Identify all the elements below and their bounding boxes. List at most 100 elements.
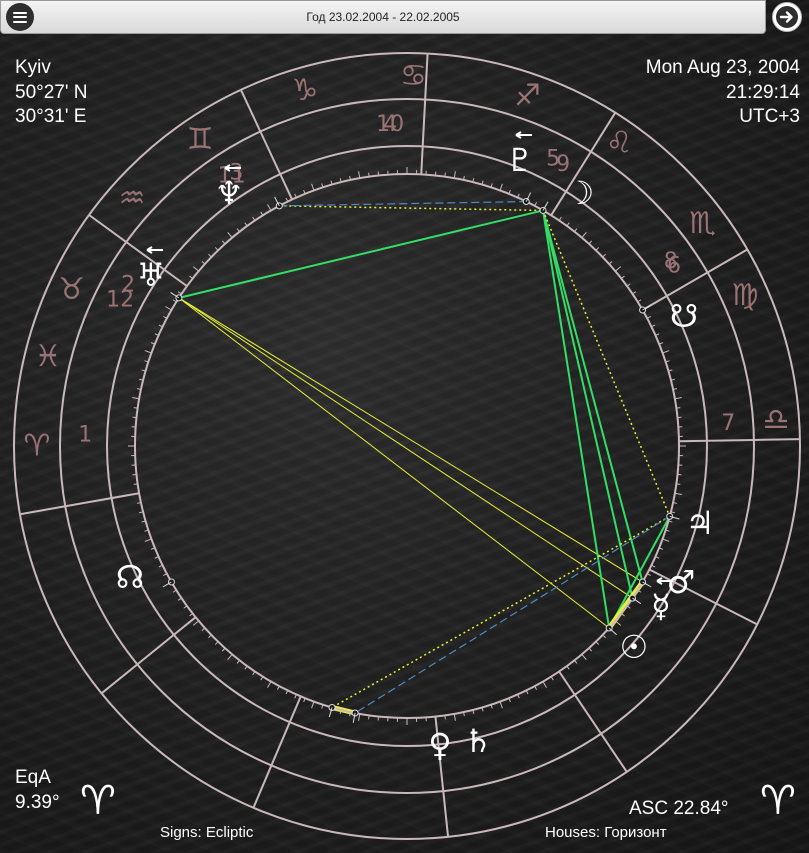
mercury-icon: ☿	[651, 587, 671, 625]
degree-tick	[192, 620, 199, 626]
sign-divider	[707, 248, 748, 274]
neptune-icon: ♆	[215, 174, 244, 212]
degree-tick	[236, 228, 240, 232]
venus-icon: ♀	[428, 726, 451, 764]
house-number-12: 12	[106, 287, 134, 312]
degree-tick	[662, 350, 670, 354]
degree-tick	[632, 291, 637, 295]
eqa-block: EqA 9.39°	[15, 766, 60, 815]
sign-divider	[19, 505, 66, 516]
degree-tick	[444, 715, 446, 720]
degree-tick	[444, 172, 446, 177]
degree-tick	[626, 605, 631, 609]
time: 21:29:14	[726, 81, 800, 103]
degree-tick	[566, 222, 570, 227]
degree-tick	[144, 538, 152, 542]
house-cusps: 123456789101112	[65, 99, 754, 792]
degree-tick	[674, 492, 682, 495]
datetime-block: Mon Aug 23, 2004 21:29:14 UTC+3	[646, 56, 800, 130]
degree-tick	[621, 275, 625, 279]
degree-tick	[252, 671, 256, 676]
aspect-moon-jupiter	[542, 210, 671, 517]
jupiter-icon: ♃	[686, 504, 715, 542]
degree-tick	[588, 240, 593, 245]
degree-tick	[626, 283, 631, 287]
degree-tick	[214, 641, 219, 645]
house-cusp	[259, 131, 293, 200]
degree-tick	[595, 247, 600, 251]
degree-tick	[368, 172, 370, 177]
degree-tick	[676, 483, 681, 485]
degree-tick	[133, 483, 138, 485]
house-number-8: 8	[664, 249, 678, 274]
degree-tick	[236, 660, 240, 664]
sun-icon: ☉	[620, 628, 649, 666]
house-ring	[106, 145, 708, 747]
degree-tick	[177, 291, 182, 295]
sign-pisces-icon: ♓	[35, 339, 62, 374]
degree-tick	[542, 681, 547, 688]
sign-libra-icon: ♎	[763, 403, 790, 438]
degree-tick	[132, 397, 140, 400]
eqa-value: 9.39°	[15, 791, 60, 813]
degree-tick	[499, 701, 503, 709]
degree-tick	[453, 171, 456, 179]
south-node-icon: ☋	[670, 297, 698, 335]
degree-tick	[227, 231, 233, 238]
degree-tick	[221, 240, 226, 245]
longitude: 30°31' E	[15, 106, 87, 127]
sign-aries-icon: ♈	[24, 429, 51, 464]
sign-divider	[240, 89, 262, 132]
degree-tick	[192, 266, 199, 272]
degree-tick	[602, 634, 606, 639]
sign-sagittarius-icon: ♐	[514, 79, 541, 114]
sign-divider	[252, 765, 273, 809]
degree-tick	[267, 681, 272, 688]
degree-tick	[244, 222, 248, 227]
house-number-10: 10	[376, 112, 404, 137]
degree-tick	[189, 613, 193, 617]
moon-icon: ☽	[566, 174, 595, 212]
sign-divider	[600, 733, 628, 773]
degree-tick	[227, 654, 233, 661]
degree-tick	[615, 620, 622, 626]
degree-tick	[615, 266, 622, 272]
house-cusp	[65, 492, 140, 508]
degree-tick	[581, 231, 587, 238]
house-cusp	[420, 99, 427, 175]
latitude: 50°27' N	[15, 81, 88, 103]
sign-divider	[715, 602, 758, 626]
degree-tick	[208, 253, 212, 258]
asc-value: ASC 22.84°	[629, 798, 729, 819]
signs-mode: Signs: Ecliptic	[160, 824, 254, 841]
degree-tick	[608, 260, 613, 265]
aspect-lines	[178, 200, 671, 716]
degree-tick	[368, 715, 370, 720]
sign-capricorn-icon: ♑	[292, 73, 319, 108]
degree-tick	[201, 627, 206, 632]
sign-divider	[442, 790, 450, 837]
sign-gemini-icon: ♊	[187, 122, 214, 157]
degree-tick	[674, 397, 682, 400]
degree-tick	[588, 647, 593, 652]
degree-tick	[208, 634, 212, 639]
sign-scorpio-icon: ♏	[689, 206, 716, 241]
degree-tick	[499, 183, 503, 191]
uranus-retrograde-arrow	[146, 246, 163, 254]
degree-tick	[144, 350, 152, 354]
degree-tick	[602, 253, 606, 258]
degree-tick	[252, 216, 256, 221]
asc-aries-icon: ♈	[760, 778, 796, 824]
degree-tick	[177, 597, 182, 601]
degree-tick	[189, 275, 193, 279]
degree-tick	[581, 654, 587, 661]
saturn-icon: ♄	[464, 722, 493, 760]
houses-mode: Houses: Горизонт	[545, 824, 667, 841]
degree-tick	[165, 306, 172, 311]
house-cusp	[678, 438, 754, 443]
degree-tick	[676, 407, 681, 409]
aspect-neptune-pluto	[279, 200, 527, 207]
house-number-7: 7	[721, 411, 735, 436]
degree-tick	[214, 247, 219, 251]
degree-tick	[358, 713, 361, 721]
